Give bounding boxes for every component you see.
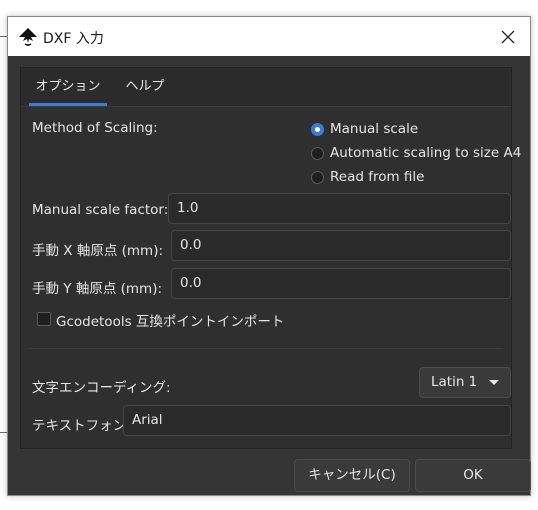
inkscape-icon [19,28,37,46]
radio-button-selected[interactable] [311,122,324,136]
title-bar: DXF 入力 [8,17,530,56]
encoding-label: 文字エンコーディング: [32,380,171,396]
gcodetools-checkbox[interactable] [37,312,51,326]
y-origin-label: 手動 Y 軸原点 (mm): [32,281,163,297]
radio-automatic-scaling[interactable]: Automatic scaling to size A4 [311,143,521,163]
y-origin-input[interactable]: 0.0 [171,268,511,299]
encoding-value: Latin 1 [431,374,478,390]
encoding-dropdown[interactable]: Latin 1 [419,367,511,398]
radio-label-read-from-file: Read from file [330,169,425,185]
radio-button[interactable] [311,146,324,160]
close-button[interactable] [486,17,530,56]
cancel-button[interactable]: キャンセル(C) [294,459,410,492]
radio-manual-scale[interactable]: Manual scale [311,119,418,139]
radio-read-from-file[interactable]: Read from file [311,167,424,187]
scaling-method-label: Method of Scaling: [32,120,158,136]
radio-button[interactable] [311,170,324,184]
radio-label-manual-scale: Manual scale [330,121,419,137]
ok-button[interactable]: OK [415,459,531,492]
options-panel: オプション ヘルプ Method of Scaling: Manual scal… [20,67,521,449]
close-icon [501,30,515,43]
dxf-input-dialog: DXF 入力 オプション ヘルプ Method of Scaling: Manu… [7,16,531,496]
window-title: DXF 入力 [43,31,104,47]
scale-factor-input[interactable]: 1.0 [168,193,511,224]
x-origin-label: 手動 X 軸原点 (mm): [32,243,164,259]
tab-bar: オプション ヘルプ [21,68,511,107]
scale-factor-label: Manual scale factor: [32,202,169,218]
font-input[interactable]: Arial [123,405,511,436]
gcodetools-label: Gcodetools 互換ポイントインポート [56,314,285,330]
section-divider [29,348,503,349]
x-origin-input[interactable]: 0.0 [171,230,511,261]
chevron-down-icon [489,380,499,385]
tab-options[interactable]: オプション [29,68,107,106]
tab-help[interactable]: ヘルプ [117,68,173,106]
radio-label-automatic-scaling: Automatic scaling to size A4 [330,145,522,161]
